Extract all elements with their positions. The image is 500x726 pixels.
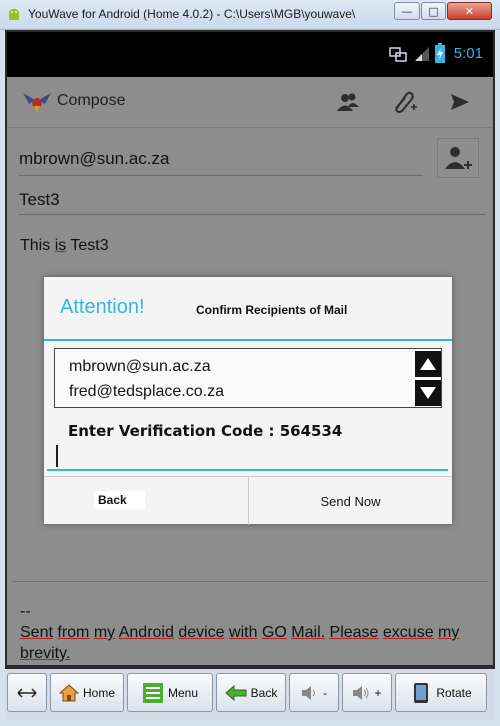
body-word: is (54, 237, 67, 254)
recipient-item: mbrown@sun.ac.za (69, 358, 211, 375)
subject-field[interactable]: Test3 (19, 190, 486, 215)
confirm-recipients-dialog: Attention! Confirm Recipients of Mail mb… (44, 277, 452, 525)
toggle-sidebar-button[interactable] (7, 673, 47, 712)
rotate-phone-icon (414, 682, 429, 703)
back-nav-button[interactable]: Back (216, 673, 286, 712)
menu-button[interactable]: Menu (127, 673, 213, 712)
app-logo-icon[interactable] (21, 90, 53, 114)
dialog-subtitle: Confirm Recipients of Mail (196, 303, 348, 317)
dialog-title: Attention! (60, 296, 145, 318)
signature: -- Sent from my Android device with GO M… (20, 601, 480, 664)
battery-icon (435, 43, 445, 63)
verification-code: 564534 (279, 422, 343, 440)
signature-dashes: -- (20, 603, 31, 620)
dialog-title-divider (44, 339, 452, 341)
signal-icon (415, 47, 429, 61)
close-button[interactable]: ✕ (447, 2, 492, 20)
text-cursor (56, 445, 58, 467)
maximize-button[interactable]: □ (421, 2, 446, 20)
double-arrow-icon (17, 687, 37, 698)
android-app-icon (9, 9, 19, 20)
verification-code-label: Enter Verification Code : 564534 (68, 422, 343, 440)
back-button[interactable]: Back (44, 477, 249, 525)
send-now-button[interactable]: Send Now (249, 477, 452, 525)
android-status-bar: 5:01 (7, 32, 493, 77)
add-recipient-button[interactable] (437, 138, 479, 178)
scroll-up-button[interactable] (415, 351, 441, 377)
verification-code-input[interactable] (47, 443, 448, 471)
home-button[interactable]: Home (50, 673, 124, 712)
recipients-list[interactable]: mbrown@sun.ac.za fred@tedsplace.co.za (54, 348, 442, 408)
volume-down-button[interactable]: - (289, 673, 339, 712)
subject-value: Test3 (19, 190, 60, 209)
network-icon (389, 47, 407, 62)
body-word: This (20, 237, 51, 254)
add-person-icon (445, 147, 472, 169)
menu-icon (142, 682, 163, 703)
arrow-down-icon (420, 387, 436, 399)
window-title-bar: YouWave for Android (Home 4.0.2) - C:\Us… (0, 0, 500, 30)
minimize-button[interactable]: — (394, 2, 420, 20)
to-value: mbrown@sun.ac.za (19, 149, 170, 168)
status-clock: 5:01 (453, 45, 483, 62)
attach-icon[interactable] (391, 90, 417, 114)
recipient-item: fred@tedsplace.co.za (69, 383, 224, 400)
speaker-icon (353, 685, 369, 700)
arrow-up-icon (420, 358, 436, 370)
contacts-icon[interactable] (336, 92, 360, 112)
compose-title: Compose (57, 92, 126, 109)
scroll-down-button[interactable] (415, 380, 441, 406)
rotate-button[interactable]: Rotate (395, 673, 487, 712)
signature-line: Sent from my Android device with GO Mail… (20, 624, 460, 662)
body-word: Test3 (70, 237, 109, 254)
window-title: YouWave for Android (Home 4.0.2) - C:\Us… (28, 7, 356, 21)
send-icon[interactable] (450, 93, 470, 111)
home-icon (58, 683, 79, 701)
signature-divider (12, 581, 488, 582)
to-field[interactable]: mbrown@sun.ac.za (19, 149, 423, 176)
dialog-button-bar: Back Send Now (44, 476, 452, 525)
back-arrow-icon (224, 684, 247, 701)
speaker-icon (302, 685, 315, 700)
volume-up-button[interactable]: + (342, 673, 392, 712)
action-bar: Compose (7, 77, 493, 128)
message-body[interactable]: This is Test3 (20, 237, 109, 255)
emulator-toolbar: Home Menu Back - + Rotate (5, 669, 495, 720)
